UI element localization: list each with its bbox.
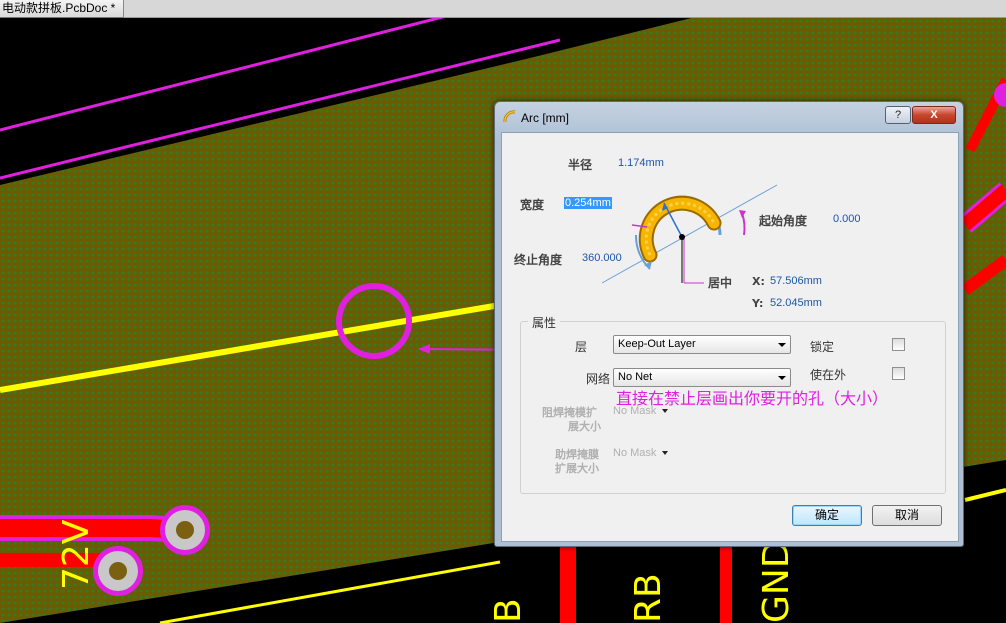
document-tab[interactable]: 电动款拼板.PcbDoc * [0,0,125,18]
end-angle-label: 终止角度 [514,253,563,267]
x-value[interactable]: 57.506mm [770,275,822,287]
chevron-down-icon [662,451,669,456]
pad-hole [109,562,127,580]
silk-label: B [488,598,529,623]
dialog-title: Arc [mm] [521,111,569,125]
radius-label: 半径 [568,158,593,172]
red-track [560,540,576,623]
close-button[interactable]: X [912,106,956,124]
x-label: X: [752,275,765,288]
cancel-button[interactable]: 取消 [872,505,942,526]
chevron-down-icon [778,376,786,380]
annotation-text: 直接在禁止层画出你要开的孔（大小） [616,389,889,408]
document-tabstrip [0,0,1006,18]
silk-label: GND [756,540,797,623]
use-outside-label: 使在外 [810,368,847,382]
y-label: Y: [752,297,764,310]
silk-label: RB [628,573,669,623]
layer-select-value: Keep-Out Layer [618,338,696,350]
net-select-value: No Net [618,371,653,383]
use-outside-checkbox[interactable] [892,367,905,380]
layer-label: 层 [575,340,588,354]
lock-checkbox[interactable] [892,338,905,351]
arc-dialog: Arc [mm] ? X 半径 1.174mm 宽度 0.254mm 起始角度 … [494,101,964,547]
center-label: 居中 [708,276,733,290]
width-value[interactable]: 0.254mm [564,197,612,209]
silk-label: 72V [56,519,97,590]
end-angle-value[interactable]: 360.000 [582,252,622,264]
lock-label: 锁定 [810,340,835,354]
radius-value[interactable]: 1.174mm [618,157,664,169]
pad-hole [176,521,194,539]
dialog-titlebar[interactable]: Arc [mm] ? X [495,102,963,132]
width-label: 宽度 [520,198,545,212]
properties-title: 属性 [528,314,561,331]
solder-mask-label-2: 展大小 [568,420,601,433]
help-button[interactable]: ? [885,106,911,124]
dialog-body: 半径 1.174mm 宽度 0.254mm 起始角度 0.000 终止角度 36… [501,132,959,542]
start-angle-value[interactable]: 0.000 [833,213,861,225]
arc-icon [503,110,516,123]
paste-mask-select[interactable]: No Mask [613,447,669,459]
chevron-down-icon [662,409,669,414]
layer-select[interactable]: Keep-Out Layer [613,335,791,354]
paste-mask-value: No Mask [613,447,657,459]
y-value[interactable]: 52.045mm [770,297,822,309]
start-angle-label: 起始角度 [759,214,808,228]
ok-button[interactable]: 确定 [792,505,862,526]
red-track [720,540,732,623]
chevron-down-icon [778,343,786,347]
net-label: 网络 [586,372,611,386]
paste-mask-label-2: 扩展大小 [555,462,599,475]
